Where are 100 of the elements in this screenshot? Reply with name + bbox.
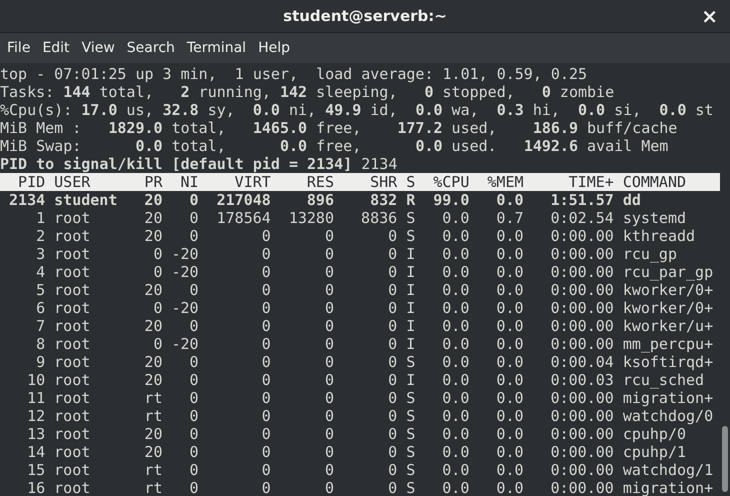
table-cell-text: 20 [143, 371, 162, 389]
table-cell-text: 16 [26, 479, 46, 496]
menu-item[interactable]: File [1, 36, 36, 60]
table-cell-text: 0:00.00 [550, 461, 614, 479]
table-cell-text: 0.0 [495, 443, 524, 461]
column-header: PID [17, 173, 46, 191]
table-cell-text: 0 [387, 443, 398, 461]
table-cell-text: 0:02.54 [550, 209, 614, 227]
table-cell-text: 0 [324, 299, 334, 317]
table-cell-text: 0.0 [495, 299, 524, 317]
table-cell-text: 15 [26, 461, 46, 479]
table-cell-text: 0 [324, 389, 334, 407]
table-cell-text: 0 [387, 371, 398, 389]
scrollbar-thumb[interactable] [722, 426, 728, 492]
table-cell-text: 0 [324, 353, 334, 371]
table-cell-text: 0.0 [495, 479, 524, 496]
table-cell-text: 0 [324, 371, 334, 389]
table-cell: -20 [172, 245, 199, 263]
table-cell-text: 20 [143, 191, 162, 209]
table-cell: I [406, 299, 416, 317]
table-cell-text: 0 [260, 479, 271, 496]
table-cell-text: 1:51.57 [550, 191, 614, 209]
table-cell-text: root [54, 371, 92, 389]
table-cell: I [406, 245, 416, 263]
table-cell-text: 0.7 [495, 209, 524, 227]
menu-item[interactable]: Edit [36, 36, 76, 60]
table-cell-text: 0.0 [441, 245, 470, 263]
table-cell-text: 0 [324, 425, 334, 443]
column-header: S [406, 173, 416, 191]
table-cell: migration+ [622, 389, 714, 407]
table-cell: S [406, 461, 416, 479]
table-cell-text: root [54, 263, 92, 281]
table-cell-text: 0:00.00 [550, 245, 614, 263]
prompt-input[interactable]: 2134 [361, 155, 398, 173]
table-cell-text: 0:00.00 [550, 335, 614, 353]
table-cell-text: 0 [324, 479, 334, 496]
table-cell-text: 0.0 [495, 317, 524, 335]
table-cell-text: 0 [387, 389, 398, 407]
table-cell-text: 0.0 [495, 281, 524, 299]
table-cell-text: 0.0 [495, 263, 524, 281]
table-cell-text: 0 [188, 461, 199, 479]
table-cell-text: 1 [35, 209, 46, 227]
menu-item[interactable]: Search [120, 36, 181, 60]
table-cell-text: 0 [188, 389, 199, 407]
table-cell-text: rcu_sched [622, 371, 706, 389]
table-cell-text: 0 [188, 407, 199, 425]
table-cell-text: 0 [260, 335, 271, 353]
table-cell-text: 0 [387, 245, 398, 263]
table-cell-text: root [54, 425, 92, 443]
table-cell-text: 8836 [360, 209, 398, 227]
table-cell: migration+ [622, 479, 714, 496]
table-cell-text: 0 [260, 263, 271, 281]
table-cell-text: root [54, 353, 92, 371]
table-cell-text: 0 [260, 353, 271, 371]
table-cell-text: root [54, 245, 92, 263]
close-button[interactable]: × [697, 6, 722, 26]
column-header: %CPU [432, 173, 470, 191]
table-cell-text: 0:00.00 [550, 389, 614, 407]
terminal-line: Tasks: 144 total, 2 running, 142 sleeping, 0 stopped, 0 zombie [0, 83, 616, 101]
table-cell: I [406, 281, 416, 299]
table-cell-text: cpuhp/1 [622, 443, 688, 461]
table-cell-text: 0 [188, 479, 199, 496]
menu-item[interactable]: Terminal [180, 36, 252, 60]
table-cell-text: 0 [324, 263, 334, 281]
table-cell-text: 0.0 [441, 227, 470, 245]
table-cell-text: 0.0 [441, 335, 470, 353]
table-cell-text: root [54, 299, 92, 317]
table-cell-text: 178564 [216, 209, 271, 227]
column-header: COMMAND [622, 173, 688, 191]
table-cell-text: 0 [324, 245, 334, 263]
table-cell-text: 0 [387, 299, 398, 317]
table-cell-text: root [54, 317, 92, 335]
table-cell-text: 0.0 [441, 479, 470, 496]
table-cell-text: 0:00.03 [550, 371, 614, 389]
table-cell: I [406, 263, 416, 281]
column-header: %MEM [486, 173, 524, 191]
table-cell-text: 0.0 [495, 353, 524, 371]
table-cell-text: 0 [387, 461, 398, 479]
table-cell-text: 20 [143, 209, 162, 227]
table-cell-text: 0 [387, 227, 398, 245]
table-cell-text: 0 [387, 353, 398, 371]
table-cell-text: rcu_gp [622, 245, 678, 263]
table-cell-text: 20 [143, 443, 162, 461]
table-cell: -20 [172, 335, 199, 353]
menu-item[interactable]: View [76, 36, 121, 60]
table-cell-text: root [54, 335, 92, 353]
table-cell-text: 0 [260, 407, 271, 425]
table-cell-text: 0:00.00 [550, 407, 614, 425]
table-cell-text: 0 [188, 317, 199, 335]
table-cell-text: systemd [622, 209, 688, 227]
table-cell-text: 0.0 [495, 335, 524, 353]
menu-item[interactable]: Help [252, 36, 296, 60]
table-cell-text: 0 [387, 335, 398, 353]
table-cell-text: 0.0 [441, 317, 470, 335]
table-cell-text: 0.0 [495, 461, 524, 479]
table-cell-text: 0 [387, 263, 398, 281]
table-cell-text: rt [143, 389, 162, 407]
table-cell-text: 0:00.00 [550, 227, 614, 245]
table-cell-text: 0.0 [441, 425, 470, 443]
table-cell-text: 99.0 [432, 191, 470, 209]
